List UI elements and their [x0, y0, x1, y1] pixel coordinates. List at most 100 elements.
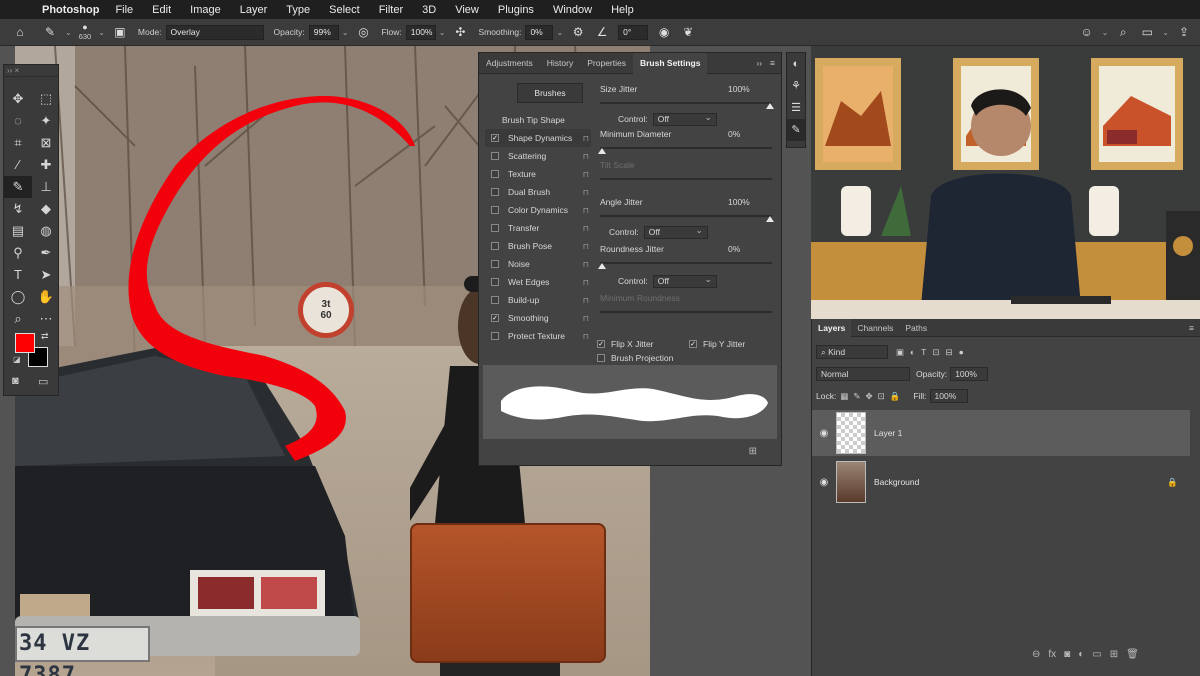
eye-icon[interactable]: ◉ [812, 428, 836, 439]
brush-option-brush-tip-shape[interactable]: Brush Tip Shape [485, 111, 591, 129]
tools-panel-header[interactable]: ›› × [4, 65, 58, 77]
brushes-button[interactable]: Brushes [517, 83, 583, 103]
option-checkbox[interactable] [491, 278, 499, 286]
history-brush-tool-icon[interactable]: ↯ [4, 198, 32, 220]
new-layer-icon[interactable]: ⊞ [1110, 649, 1118, 660]
option-checkbox[interactable]: ✓ [491, 314, 499, 322]
smoothing-field[interactable]: 0% [525, 24, 554, 40]
workspace-icon[interactable]: ▭ [1139, 24, 1155, 40]
lock-icon[interactable]: ⊓ [583, 278, 589, 287]
filter-kind-select[interactable]: ⌕ Kind [816, 345, 888, 359]
layer-name[interactable]: Background [874, 477, 919, 487]
mask-icon[interactable]: ◙ [1064, 649, 1070, 660]
hand-tool-icon[interactable]: ✋ [32, 286, 60, 308]
color-icon[interactable]: ◐ [787, 53, 805, 75]
flip-x-checkbox[interactable]: ✓ [597, 340, 605, 348]
type-tool-icon[interactable]: T [4, 264, 32, 286]
frame-tool-icon[interactable]: ⊠ [32, 132, 60, 154]
share-icon[interactable]: ⇪ [1176, 24, 1192, 40]
brush-tool-icon[interactable]: ✎ [42, 24, 58, 40]
blur-tool-icon[interactable]: ◍ [32, 220, 60, 242]
roundness-jitter-value[interactable]: 0% [728, 244, 740, 254]
tab-adjustments[interactable]: Adjustments [479, 53, 540, 74]
angle-jitter-slider[interactable] [600, 210, 774, 222]
user-icon[interactable]: ☺ [1079, 24, 1095, 40]
gradient-tool-icon[interactable]: ▤ [4, 220, 32, 242]
brush-presets-icon[interactable]: ⚘ [787, 75, 805, 97]
layer-name[interactable]: Layer 1 [874, 428, 902, 438]
roundness-control-select[interactable]: Off [652, 274, 717, 288]
path-selection-tool-icon[interactable]: ➤ [32, 264, 60, 286]
blend-mode-select[interactable]: Normal [816, 367, 910, 381]
gear-icon[interactable]: ⚙ [570, 24, 586, 40]
pen-tool-icon[interactable]: ✒ [32, 242, 60, 264]
option-checkbox[interactable] [491, 206, 499, 214]
layer-row-layer-1[interactable]: ◉ Layer 1 [812, 410, 1190, 456]
chevron-down-icon[interactable]: ⌄ [1162, 28, 1169, 37]
group-icon[interactable]: ▭ [1092, 649, 1101, 660]
menu-layer[interactable]: Layer [240, 4, 268, 16]
marquee-tool-icon[interactable]: ⬚ [32, 88, 60, 110]
lock-icon[interactable]: ⊓ [583, 224, 589, 233]
angle-field[interactable]: 0° [618, 24, 649, 40]
option-checkbox[interactable] [491, 188, 499, 196]
healing-tool-icon[interactable]: ✚ [32, 154, 60, 176]
trash-icon[interactable]: 🗑 [1126, 649, 1139, 660]
brush-tool-icon[interactable]: ✎ [4, 176, 32, 198]
menu-image[interactable]: Image [190, 4, 221, 16]
filter-icons[interactable]: ▣◐T⊡⊟● [896, 347, 970, 358]
brush-option-scattering[interactable]: Scattering ⊓ [485, 147, 591, 165]
dodge-tool-icon[interactable]: ⚲ [4, 242, 32, 264]
brush-option-smoothing[interactable]: ✓ Smoothing ⊓ [485, 309, 591, 327]
size-jitter-slider[interactable] [600, 97, 774, 109]
pressure-size-icon[interactable]: ◉ [656, 24, 672, 40]
tab-history[interactable]: History [540, 53, 580, 74]
adjustments-icon[interactable]: ☰ [787, 97, 805, 119]
option-checkbox[interactable] [491, 242, 499, 250]
brush-option-texture[interactable]: Texture ⊓ [485, 165, 591, 183]
brush-settings-toggle-icon[interactable]: ▣ [112, 24, 128, 40]
shape-tool-icon[interactable]: ◯ [4, 286, 32, 308]
brush-option-build-up[interactable]: Build-up ⊓ [485, 291, 591, 309]
layer-row-background[interactable]: ◉ Background 🔒 [812, 459, 1190, 505]
link-icon[interactable]: ⊖ [1032, 649, 1040, 660]
roundness-jitter-slider[interactable] [598, 257, 774, 269]
menu-help[interactable]: Help [611, 4, 634, 16]
brush-option-dual-brush[interactable]: Dual Brush ⊓ [485, 183, 591, 201]
brush-settings-icon[interactable]: ✎ [787, 119, 805, 141]
size-control-select[interactable]: Off [652, 112, 717, 126]
menu-edit[interactable]: Edit [152, 4, 171, 16]
min-diameter-value[interactable]: 0% [728, 129, 740, 139]
lock-icon[interactable]: ⊓ [583, 242, 589, 251]
brush-option-brush-pose[interactable]: Brush Pose ⊓ [485, 237, 591, 255]
eye-icon[interactable]: ◉ [812, 477, 836, 488]
menu-select[interactable]: Select [329, 4, 360, 16]
eraser-tool-icon[interactable]: ◆ [32, 198, 60, 220]
mode-select[interactable]: Overlay [165, 24, 264, 40]
lock-icons[interactable]: ▦✎✥⊡🔒 [840, 391, 905, 402]
lock-icon[interactable]: ⊓ [583, 188, 589, 197]
menu-window[interactable]: Window [553, 4, 592, 16]
panel-menu-icon[interactable]: ≡ [1189, 323, 1194, 333]
magic-wand-tool-icon[interactable]: ✦ [32, 110, 60, 132]
symmetry-icon[interactable]: ❦ [680, 24, 696, 40]
tab-brush-settings[interactable]: Brush Settings [632, 52, 708, 74]
lock-icon[interactable]: ⊓ [583, 314, 589, 323]
pressure-opacity-icon[interactable]: ◎ [355, 24, 371, 40]
layer-opacity-field[interactable]: 100% [950, 367, 989, 381]
tab-layers[interactable]: Layers [812, 318, 852, 337]
zoom-tool-icon[interactable]: ⌕ [4, 308, 32, 330]
tab-channels[interactable]: Channels [851, 319, 899, 337]
default-colors-icon[interactable]: ◪ [13, 355, 21, 364]
chevron-down-icon[interactable]: ⌄ [65, 28, 72, 37]
eyedropper-tool-icon[interactable]: ⁄ [4, 154, 32, 176]
brush-projection-checkbox[interactable] [597, 354, 605, 362]
more-tools-icon[interactable]: ⋯ [32, 308, 60, 330]
chevron-down-icon[interactable]: ⌄ [342, 28, 349, 37]
angle-jitter-value[interactable]: 100% [728, 197, 750, 207]
menu-plugins[interactable]: Plugins [498, 4, 534, 16]
lock-icon[interactable]: ⊓ [583, 296, 589, 305]
collapse-icon[interactable]: ›› [756, 58, 762, 68]
fx-icon[interactable]: fx [1048, 649, 1056, 660]
lock-icon[interactable]: ⊓ [583, 152, 589, 161]
